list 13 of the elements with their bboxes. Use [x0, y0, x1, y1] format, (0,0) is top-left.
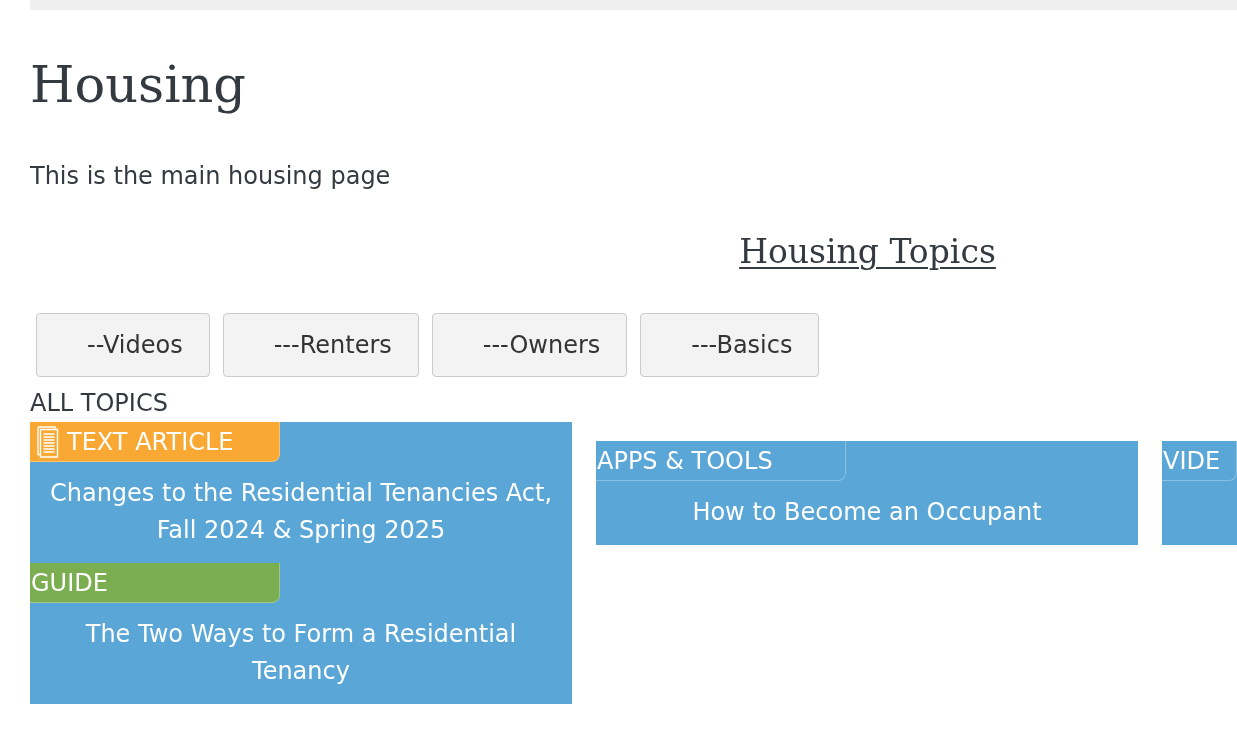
tag-label: APPS & TOOLS: [597, 445, 773, 476]
page-title: Housing: [30, 54, 247, 116]
topics-heading-link[interactable]: Housing Topics: [739, 232, 996, 271]
filter-button[interactable]: ---Basics: [640, 313, 820, 377]
filter-button[interactable]: ---Owners: [431, 313, 628, 377]
filter-button[interactable]: ---Renters: [222, 313, 419, 377]
all-topics-label: ALL TOPICS: [30, 388, 169, 419]
intro-text: This is the main housing page: [30, 161, 392, 192]
tag-label: VIDE: [1163, 445, 1221, 476]
tag-label: GUIDE: [31, 567, 108, 598]
tag-label: TEXT ARTICLE: [67, 426, 234, 457]
document-icon: [37, 425, 61, 458]
filter-button[interactable]: --Videos: [36, 313, 210, 377]
